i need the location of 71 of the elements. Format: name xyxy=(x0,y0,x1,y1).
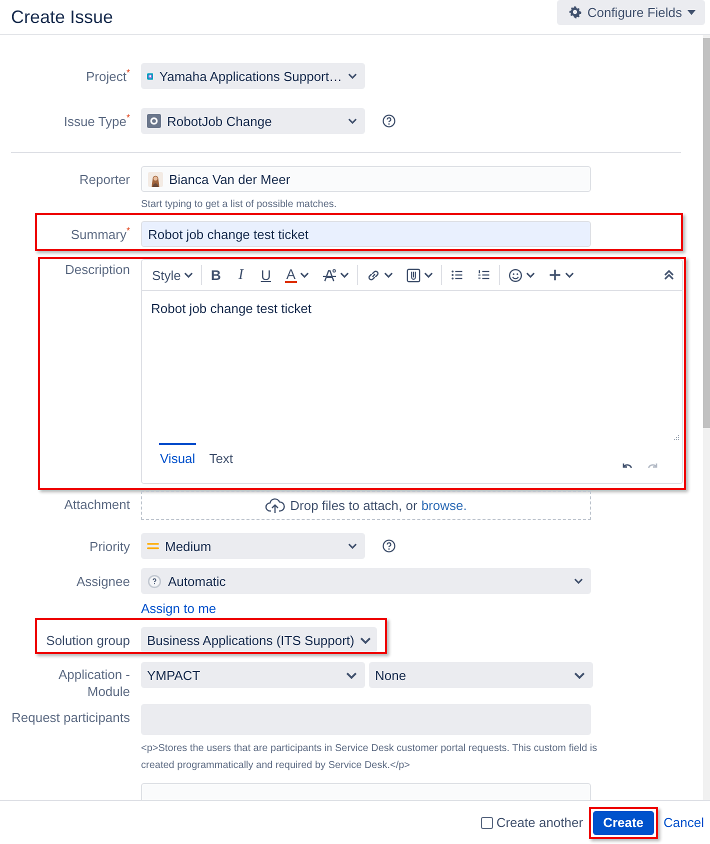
field-label: Solution group xyxy=(45,632,130,648)
help-icon[interactable] xyxy=(382,114,396,128)
create-button[interactable]: Create xyxy=(593,810,654,834)
italic-button[interactable]: I xyxy=(234,266,247,284)
caret-icon xyxy=(348,118,357,124)
assignee-select[interactable]: Automatic xyxy=(141,568,591,594)
create-another-checkbox[interactable]: Create another xyxy=(481,815,584,830)
cancel-link[interactable]: Cancel xyxy=(664,815,704,830)
caret-icon xyxy=(384,272,393,278)
collapse-icon[interactable] xyxy=(664,270,674,280)
field-label: Summary$^{*}$ xyxy=(70,226,130,242)
caret-icon xyxy=(340,272,349,278)
field-hint: Start typing to get a list of possible matches. xyxy=(141,199,338,210)
module-select[interactable]: YMPACT xyxy=(141,662,365,688)
editor-text: Robot job change test ticket xyxy=(150,300,312,318)
priority-select[interactable]: Medium xyxy=(141,533,365,559)
caret-icon xyxy=(348,543,357,549)
field-label: Project$^{*}$ xyxy=(85,68,130,84)
field-label: Priority xyxy=(88,538,130,554)
caret-icon xyxy=(574,672,585,678)
field-label: Attachment xyxy=(63,496,130,512)
caret-icon xyxy=(346,672,357,678)
caret-icon xyxy=(360,636,372,644)
solution-group-select[interactable]: Business Applications (ITS Support) xyxy=(141,627,378,653)
medium-priority-icon xyxy=(147,542,159,550)
field-label: Assignee xyxy=(76,573,130,589)
editor-tab[interactable]: Visual xyxy=(159,442,196,472)
field-label: Application - Module xyxy=(57,666,130,700)
attachment-icon[interactable] xyxy=(406,268,421,282)
dialog-title: Create Issue xyxy=(11,6,114,28)
unknown-user-icon xyxy=(147,574,162,588)
assign-to-me-link[interactable]: Assign to me xyxy=(141,601,591,616)
caret-icon xyxy=(184,272,193,278)
caret-icon xyxy=(300,272,309,278)
bullet-list-icon[interactable] xyxy=(450,268,464,282)
help-icon[interactable] xyxy=(382,539,396,553)
gear-icon xyxy=(568,5,582,19)
field-hint: <p>Stores the users that are participants in Service Desk customer portal requests. This custom field is created programmatically and required by Service Desk.</p> xyxy=(141,742,598,773)
field-label: Request participants xyxy=(10,709,130,725)
summary-field[interactable]: Robot job change test ticket xyxy=(141,221,591,247)
caret-icon xyxy=(348,73,357,79)
link-icon[interactable] xyxy=(366,268,381,282)
editor-tab[interactable]: Text xyxy=(208,442,234,472)
bold-button[interactable]: B xyxy=(210,267,222,283)
user-avatar-icon xyxy=(148,172,163,186)
field-label: Description xyxy=(64,261,130,277)
configure-fields-button[interactable]: Configure Fields xyxy=(557,0,705,24)
file-drop-zone[interactable]: Drop files to attach, or browse. xyxy=(141,491,591,520)
underline-button[interactable]: U xyxy=(260,267,272,283)
drop-text: Drop files to attach, or xyxy=(290,498,418,513)
cloud-upload-icon xyxy=(265,498,286,514)
module-select[interactable]: None xyxy=(369,662,593,688)
clear-format-icon[interactable] xyxy=(322,268,337,282)
caret-icon xyxy=(574,578,583,584)
text-color-button[interactable]: A xyxy=(284,268,297,282)
caret-icon xyxy=(424,272,433,278)
numbered-list-icon[interactable] xyxy=(476,268,491,282)
project-select[interactable]: Yamaha Applications Support… xyxy=(141,63,365,89)
scrollbar[interactable] xyxy=(703,35,710,800)
field-label: Reporter xyxy=(78,171,130,187)
caret-icon xyxy=(526,272,535,278)
caret-icon xyxy=(564,272,574,278)
plus-icon[interactable] xyxy=(548,268,562,282)
issue-type-select[interactable]: RobotJob Change xyxy=(141,108,365,134)
emoji-icon[interactable] xyxy=(508,268,523,282)
caret-icon xyxy=(687,10,696,14)
reporter-field[interactable]: Bianca Van der Meer xyxy=(141,166,591,192)
style-dropdown[interactable]: Style xyxy=(152,268,181,282)
issue-type-icon xyxy=(147,114,161,128)
field-label: Issue Type$^{*}$ xyxy=(62,114,130,128)
browse-link[interactable]: browse. xyxy=(421,498,467,513)
